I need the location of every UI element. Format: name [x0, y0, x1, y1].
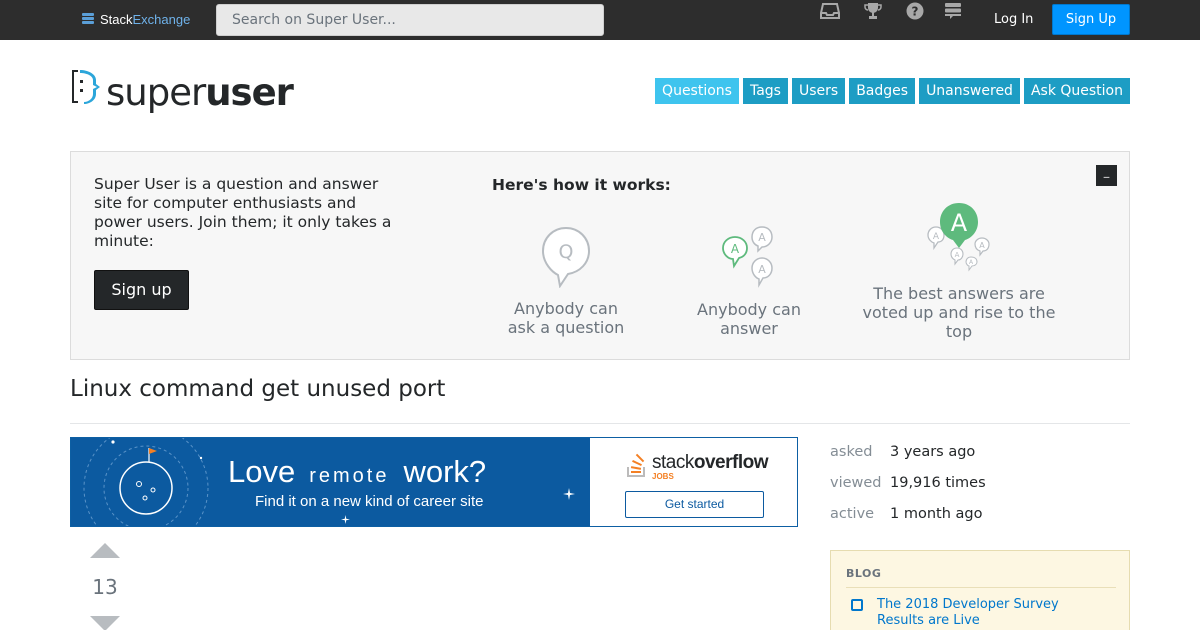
ad-planet-illustration — [83, 438, 209, 526]
svg-text:A: A — [933, 232, 940, 242]
stackoverflow-icon — [627, 453, 645, 477]
svg-text:A: A — [758, 231, 766, 244]
stackexchange-icon — [82, 12, 94, 27]
ad-remote: remote — [309, 465, 390, 487]
ad-work: work? — [403, 454, 487, 489]
search-input[interactable] — [216, 4, 604, 36]
stat-key: asked — [830, 443, 873, 460]
nav-ask-question[interactable]: Ask Question — [1023, 78, 1130, 104]
svg-text:A: A — [758, 263, 766, 276]
close-button[interactable]: _ — [1096, 165, 1117, 186]
brand-part-1: Stack — [100, 12, 133, 27]
best-answer-icon: A A A A A — [927, 203, 990, 272]
stat-key: active — [830, 505, 875, 522]
stackoverflow-jobs-logo: stackoverflow JOBS — [626, 452, 768, 481]
superuser-logo-icon — [72, 70, 100, 104]
stat-viewed: viewed 19,916 times — [830, 467, 986, 498]
nav-users[interactable]: Users — [791, 78, 846, 104]
signup-button[interactable]: Sign Up — [1052, 4, 1130, 35]
step-answer-label: Anybody can answer — [697, 300, 801, 338]
help-icon[interactable]: ? — [904, 0, 926, 22]
nav-tags[interactable]: Tags — [742, 78, 788, 104]
answers-bubbles-icon: A A A — [722, 226, 773, 288]
svg-text:A: A — [731, 242, 740, 256]
blog-link[interactable]: The 2018 Developer Survey Results are Li… — [877, 597, 1077, 629]
blog-divider — [846, 587, 1116, 588]
site-description: Super User is a question and answer site… — [94, 175, 392, 250]
blog-post-icon — [851, 599, 863, 611]
step-answer: A A A Anybody can answer — [691, 226, 807, 338]
nav-badges[interactable]: Badges — [849, 78, 916, 104]
nav-questions[interactable]: Questions — [655, 78, 739, 104]
question-bubble-icon: Q — [541, 226, 591, 288]
blog-item[interactable]: The 2018 Developer Survey Results are Li… — [851, 597, 1077, 629]
so-bold: overflow — [693, 452, 769, 473]
stat-value[interactable]: 1 month ago — [890, 506, 982, 522]
brand-part-2: Exchange — [132, 12, 191, 27]
upvote-arrow-icon[interactable] — [90, 543, 120, 558]
how-it-works-box: Super User is a question and answer site… — [70, 151, 1130, 360]
svg-text:A: A — [951, 209, 968, 237]
blog-widget: BLOG The 2018 Developer Survey Results a… — [830, 550, 1130, 630]
sparkle-icon — [563, 488, 575, 500]
step-ask: Q Anybody can ask a question — [503, 226, 629, 337]
top-bar: StackExchange ? Log In Sign Up — [0, 0, 1200, 40]
question-stats: asked 3 years ago viewed 19,916 times acti… — [830, 436, 986, 529]
stat-key: viewed — [830, 474, 882, 491]
ad-tagline: Find it on a new kind of career site — [255, 493, 484, 510]
stackexchange-logo[interactable]: StackExchange — [82, 12, 190, 27]
superuser-logo[interactable]: superuser — [70, 68, 294, 114]
nav-unanswered[interactable]: Unanswered — [919, 78, 1020, 104]
stat-value: 19,916 times — [890, 474, 986, 491]
question-title[interactable]: Linux command get unused port — [70, 376, 445, 402]
jobs-advertisement[interactable]: Love remote work? Find it on a new kind of… — [70, 437, 798, 527]
site-switcher-icon[interactable] — [942, 0, 964, 22]
step-ask-label: Anybody can ask a question — [507, 299, 625, 337]
logo-word-bold: user — [205, 71, 294, 114]
svg-text:Q: Q — [559, 241, 574, 263]
sparkle-icon-small — [341, 515, 350, 524]
ad-headline: Love remote work? — [228, 454, 486, 490]
logo-word-light: super — [106, 71, 206, 114]
stat-value: 3 years ago — [890, 443, 976, 460]
how-it-works-title: Here's how it works: — [492, 176, 671, 194]
login-link[interactable]: Log In — [986, 0, 1041, 40]
svg-text:A: A — [979, 241, 985, 250]
step-best-answer-label: The best answers are voted up and rise t… — [862, 284, 1056, 341]
svg-text:?: ? — [912, 5, 919, 19]
downvote-arrow-icon[interactable] — [90, 616, 120, 630]
so-light: stack — [652, 452, 694, 473]
divider — [70, 423, 1130, 424]
stat-active: active 1 month ago — [830, 498, 986, 529]
main-nav: Questions Tags Users Badges Unanswered A… — [655, 78, 1130, 104]
ad-love: Love — [228, 454, 296, 489]
step-best-answer: A A A A A The best answers are voted up … — [859, 202, 1059, 341]
svg-text:A: A — [955, 251, 960, 259]
achievements-icon[interactable] — [862, 0, 884, 22]
blog-heading: BLOG — [846, 567, 882, 580]
inbox-icon[interactable] — [819, 0, 841, 22]
stat-asked: asked 3 years ago — [830, 436, 986, 467]
get-started-button[interactable]: Get started — [625, 491, 764, 518]
vote-count: 13 — [92, 575, 118, 599]
hero-signup-button[interactable]: Sign up — [94, 270, 189, 310]
